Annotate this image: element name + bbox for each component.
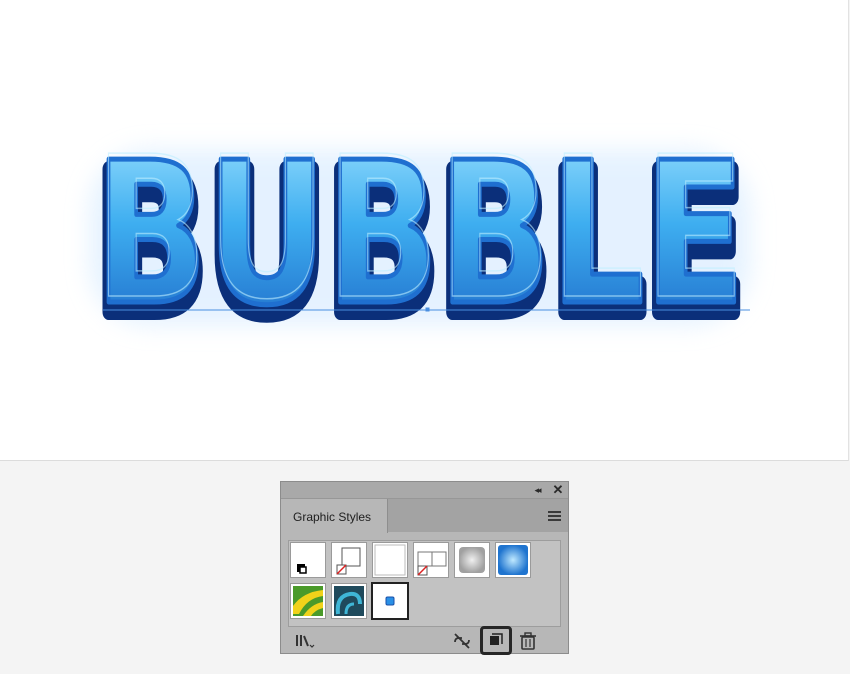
swatch-default-graphic-style[interactable] <box>290 542 326 578</box>
swatch-bubble-style[interactable] <box>371 582 409 620</box>
swatch-grey-bevel-style[interactable] <box>454 542 490 578</box>
swatch-blue-gradient-style[interactable] <box>495 542 531 578</box>
baseline-anchor-point[interactable] <box>425 307 430 312</box>
panel-title-bar[interactable]: ◂◂ ✕ <box>281 482 568 499</box>
swatch-green-yellow-pattern-style[interactable] <box>290 583 326 619</box>
graphic-styles-panel: ◂◂ ✕ Graphic Styles <box>280 481 569 655</box>
swatch-blue-teal-pattern-style[interactable] <box>331 583 367 619</box>
new-graphic-style-icon[interactable] <box>480 626 512 655</box>
trash-icon[interactable] <box>517 630 539 652</box>
bubble-text-artwork: BUBBLE BUBBLE BUBBLE <box>87 114 753 367</box>
collapse-panel-button[interactable]: ◂◂ <box>531 483 543 497</box>
break-link-icon[interactable] <box>451 630 473 652</box>
swatch-plain-white-style[interactable] <box>372 542 408 578</box>
bubble-word-highlight: BUBBLE <box>95 115 745 343</box>
graphic-styles-swatch-list <box>288 540 561 627</box>
panel-tab-row: Graphic Styles <box>281 499 568 533</box>
swatch-double-box-style[interactable] <box>413 542 449 578</box>
hamburger-menu-icon[interactable] <box>548 511 561 521</box>
swatch-basic-graphic-style-shadow[interactable] <box>331 542 367 578</box>
tab-graphic-styles[interactable]: Graphic Styles <box>281 499 388 533</box>
close-panel-button[interactable]: ✕ <box>551 483 565 497</box>
graphic-styles-library-icon[interactable] <box>293 630 315 652</box>
artboard-canvas: BUBBLE BUBBLE BUBBLE <box>0 0 849 461</box>
panel-bottom-toolbar <box>281 626 568 655</box>
